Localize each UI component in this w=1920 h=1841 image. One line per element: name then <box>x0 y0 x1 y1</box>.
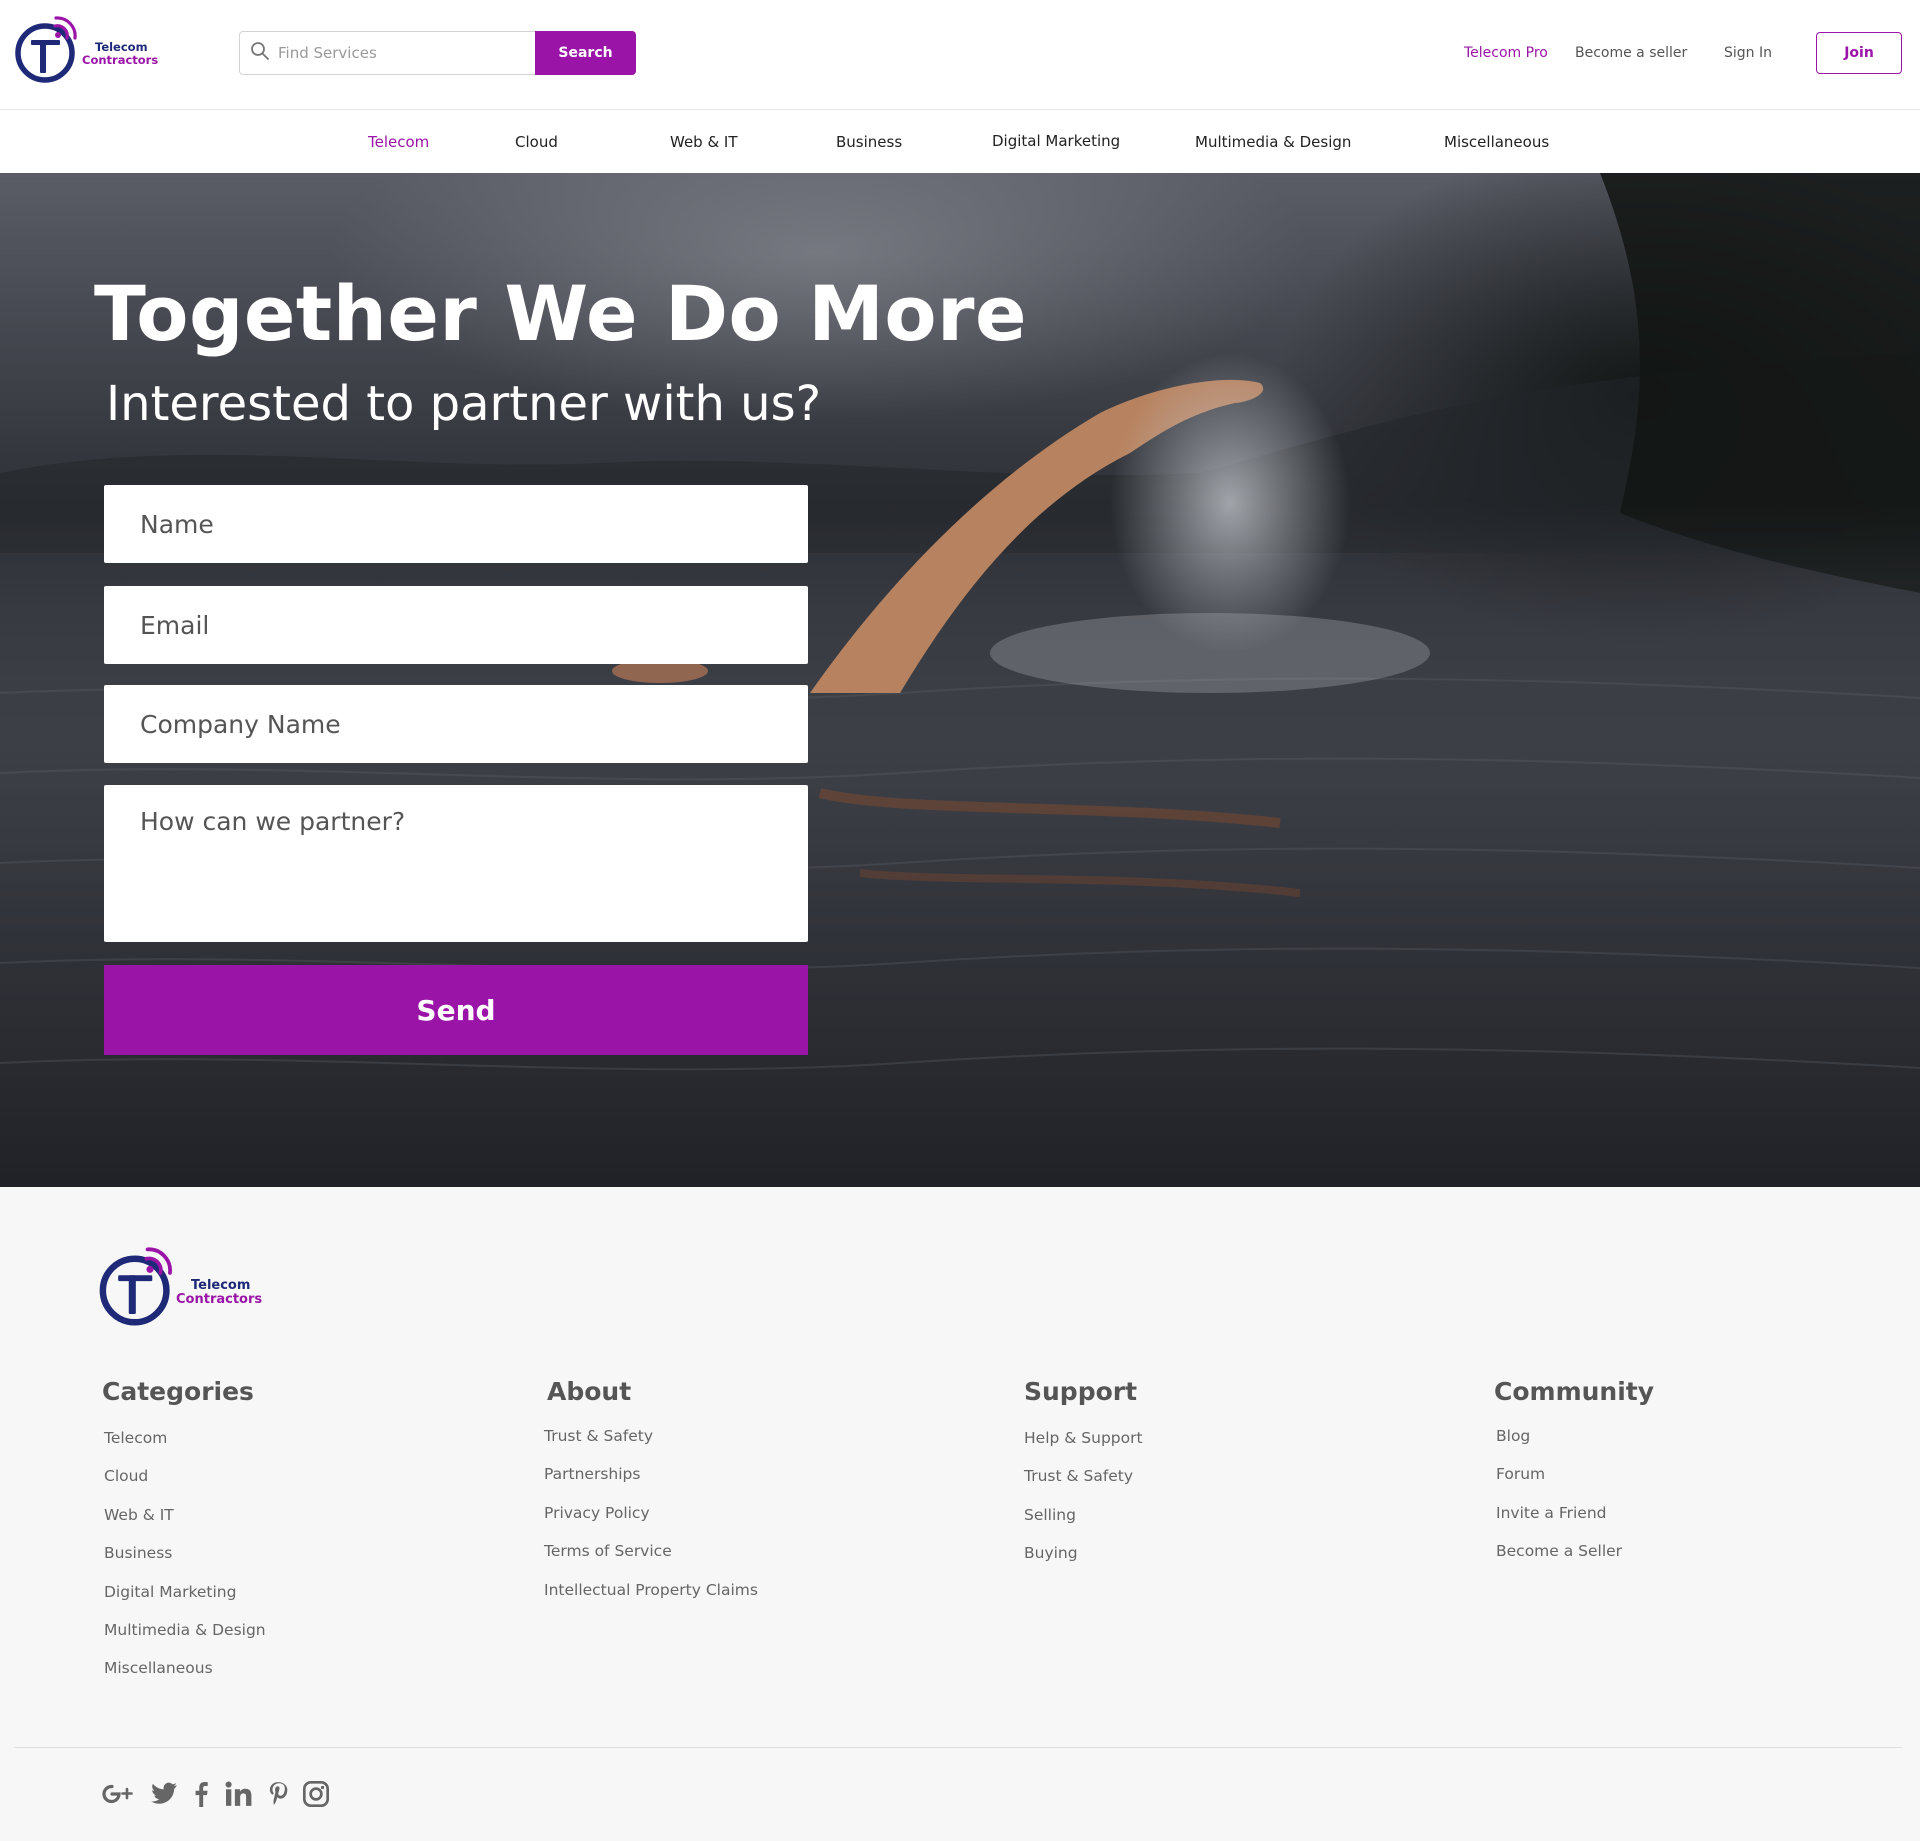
become-seller-link[interactable]: Become a seller <box>1575 45 1687 61</box>
telecom-pro-link[interactable]: Telecom Pro <box>1464 45 1548 61</box>
footer-link-buying[interactable]: Buying <box>1024 1544 1078 1562</box>
footer-link-trust-safety[interactable]: Trust & Safety <box>544 1427 653 1445</box>
footer-column-support: Support Help & Support Trust & Safety Se… <box>1024 1377 1143 1580</box>
footer-link-partnerships[interactable]: Partnerships <box>544 1465 640 1483</box>
search-icon <box>250 41 270 65</box>
footer-link-ip-claims[interactable]: Intellectual Property Claims <box>544 1581 758 1599</box>
twitter-icon[interactable] <box>150 1779 178 1809</box>
hero-section: Together We Do More Interested to partne… <box>0 173 1920 1187</box>
category-nav: Telecom Cloud Web & IT Business Digital … <box>0 111 1920 173</box>
footer-link-invite-friend[interactable]: Invite a Friend <box>1496 1504 1607 1522</box>
social-links <box>100 1779 342 1809</box>
search-button[interactable]: Search <box>535 31 636 75</box>
site-header: Telecom Contractors Search Telecom Pro B… <box>0 0 1920 110</box>
footer-column-categories: Categories Telecom Cloud Web & IT Busine… <box>102 1377 266 1695</box>
footer-link-multimedia-design[interactable]: Multimedia & Design <box>104 1621 266 1639</box>
footer-link-help-support[interactable]: Help & Support <box>1024 1429 1143 1447</box>
telecom-logo-icon <box>14 16 80 84</box>
footer-heading-categories: Categories <box>102 1377 254 1406</box>
search-box <box>239 31 535 75</box>
logo-line1: Telecom <box>191 1277 251 1293</box>
nav-item-telecom[interactable]: Telecom <box>368 133 429 151</box>
join-button[interactable]: Join <box>1816 32 1902 74</box>
footer-link-trust-safety[interactable]: Trust & Safety <box>1024 1467 1133 1485</box>
name-field[interactable] <box>104 485 808 563</box>
logo-text: Telecom Contractors <box>176 1277 263 1308</box>
footer-link-forum[interactable]: Forum <box>1496 1465 1545 1483</box>
footer-link-telecom[interactable]: Telecom <box>104 1429 167 1447</box>
pinterest-icon[interactable] <box>266 1779 290 1809</box>
logo-line2: Contractors <box>82 53 159 67</box>
nav-item-digital-marketing[interactable]: Digital Marketing <box>992 132 1120 150</box>
footer-link-miscellaneous[interactable]: Miscellaneous <box>104 1659 213 1677</box>
hero-title: Together We Do More <box>94 269 1028 358</box>
logo[interactable]: Telecom Contractors <box>14 16 158 84</box>
nav-item-miscellaneous[interactable]: Miscellaneous <box>1444 133 1549 151</box>
linkedin-icon[interactable] <box>224 1779 254 1809</box>
partnership-message-field[interactable] <box>104 785 808 942</box>
send-button[interactable]: Send <box>104 965 808 1055</box>
footer-column-community: Community Blog Forum Invite a Friend Bec… <box>1494 1377 1655 1578</box>
footer-divider <box>14 1747 1902 1748</box>
nav-item-cloud[interactable]: Cloud <box>515 133 558 151</box>
site-footer: Telecom Contractors Categories Telecom C… <box>0 1187 1920 1841</box>
footer-heading-support: Support <box>1024 1377 1138 1406</box>
search-input[interactable] <box>278 44 518 62</box>
telecom-logo-icon <box>98 1247 176 1327</box>
footer-link-blog[interactable]: Blog <box>1496 1427 1530 1445</box>
nav-item-web-it[interactable]: Web & IT <box>670 133 738 151</box>
google-plus-icon[interactable] <box>100 1779 138 1809</box>
search-bar: Search <box>239 31 636 75</box>
company-name-field[interactable] <box>104 685 808 763</box>
instagram-icon[interactable] <box>302 1779 330 1809</box>
footer-link-become-seller[interactable]: Become a Seller <box>1496 1542 1622 1560</box>
footer-column-about: About Trust & Safety Partnerships Privac… <box>544 1377 758 1616</box>
footer-link-selling[interactable]: Selling <box>1024 1506 1076 1524</box>
footer-link-digital-marketing[interactable]: Digital Marketing <box>104 1583 236 1601</box>
footer-logo[interactable]: Telecom Contractors <box>98 1247 262 1327</box>
footer-link-terms-of-service[interactable]: Terms of Service <box>544 1542 672 1560</box>
logo-line2: Contractors <box>176 1292 263 1307</box>
footer-link-web-it[interactable]: Web & IT <box>104 1506 174 1524</box>
nav-item-multimedia-design[interactable]: Multimedia & Design <box>1195 133 1351 151</box>
sign-in-link[interactable]: Sign In <box>1724 45 1772 61</box>
email-field[interactable] <box>104 586 808 664</box>
hero-subtitle: Interested to partner with us? <box>106 376 822 432</box>
footer-link-business[interactable]: Business <box>104 1544 172 1562</box>
logo-text: Telecom Contractors <box>82 41 158 66</box>
footer-heading-community: Community <box>1494 1377 1655 1406</box>
footer-heading-about: About <box>547 1377 632 1406</box>
footer-link-cloud[interactable]: Cloud <box>104 1467 148 1485</box>
footer-link-privacy-policy[interactable]: Privacy Policy <box>544 1504 650 1522</box>
nav-item-business[interactable]: Business <box>836 133 902 151</box>
facebook-icon[interactable] <box>190 1779 212 1809</box>
